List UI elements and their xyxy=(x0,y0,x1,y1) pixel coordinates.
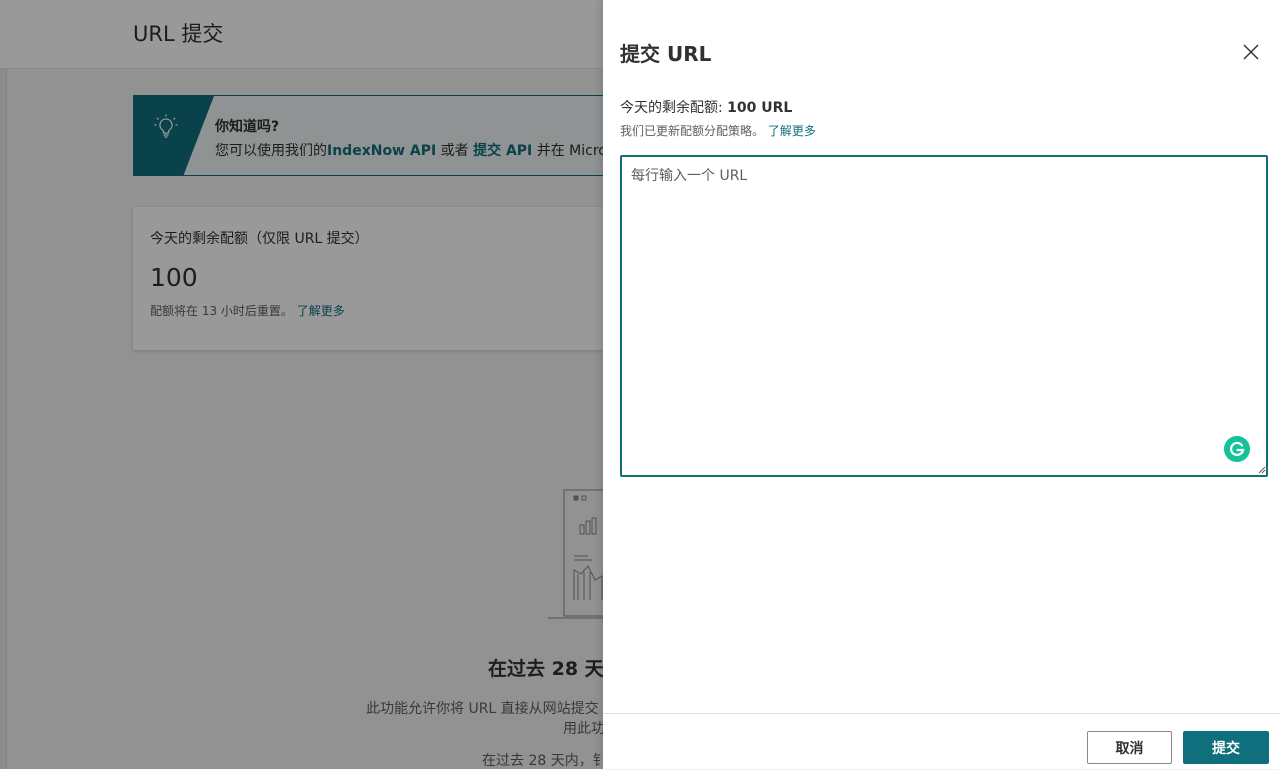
remaining-quota-value: 100 URL xyxy=(727,100,793,116)
modal-overlay[interactable] xyxy=(0,0,603,769)
policy-learn-more-link[interactable]: 了解更多 xyxy=(768,124,816,138)
submit-button[interactable]: 提交 xyxy=(1183,731,1269,764)
policy-text: 我们已更新配额分配策略。 xyxy=(620,124,765,138)
footer-divider xyxy=(603,713,1280,714)
submit-url-panel: 提交 URL 今天的剩余配额: 100 URL 我们已更新配额分配策略。 了解更… xyxy=(603,0,1280,769)
close-icon[interactable] xyxy=(1239,40,1263,64)
remaining-quota-label: 今天的剩余配额: xyxy=(620,100,728,116)
remaining-quota: 今天的剩余配额: 100 URL xyxy=(620,97,792,117)
cancel-button[interactable]: 取消 xyxy=(1087,731,1172,764)
policy-note: 我们已更新配额分配策略。 了解更多 xyxy=(620,122,816,139)
url-textarea[interactable] xyxy=(620,155,1268,477)
resize-grip-icon[interactable] xyxy=(1258,466,1266,474)
grammarly-icon[interactable] xyxy=(1224,436,1250,462)
panel-title: 提交 URL xyxy=(620,42,712,66)
